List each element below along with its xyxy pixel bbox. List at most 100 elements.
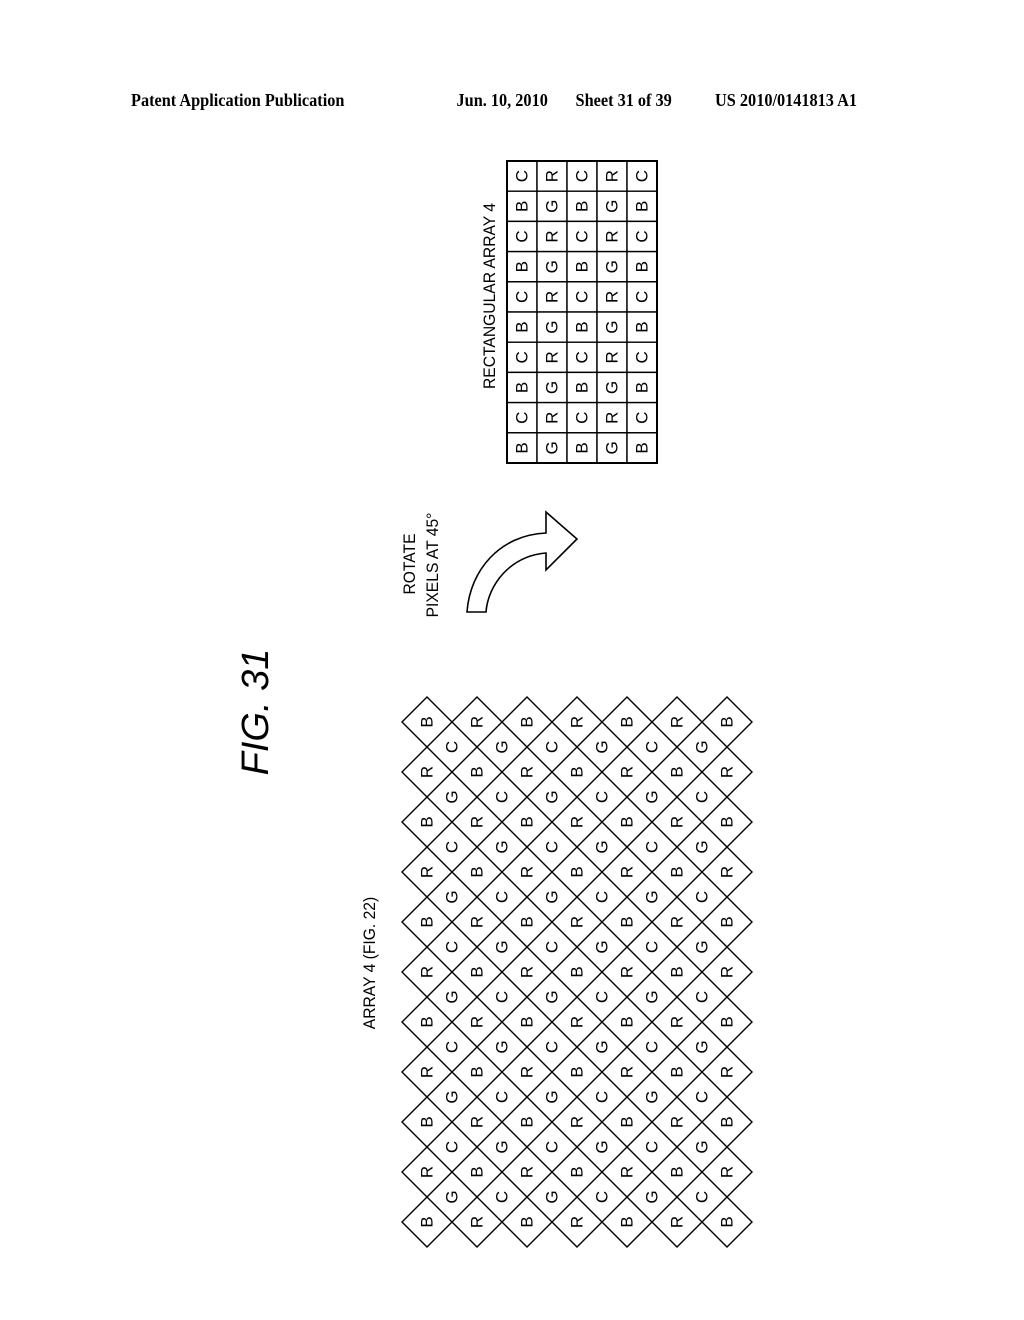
pixel-letter: B: [573, 261, 592, 272]
pixel-letter: B: [633, 201, 652, 212]
rect-cell: C: [506, 220, 538, 253]
pixel-letter: R: [418, 766, 437, 778]
pixel-diamond-inner: C: [443, 1141, 462, 1153]
pixel-letter: C: [633, 412, 652, 424]
pixel-letter: R: [603, 291, 622, 303]
pixel-diamond-inner: G: [593, 940, 612, 953]
pixel-letter: C: [543, 1141, 562, 1153]
pixel-diamond-inner: G: [443, 790, 462, 803]
pixel-letter: G: [593, 840, 612, 853]
pixel-letter: C: [633, 291, 652, 303]
pixel-letter: G: [493, 740, 512, 753]
pixel-letter: C: [573, 230, 592, 242]
pixel-diamond-inner: C: [443, 741, 462, 753]
pixel-letter: C: [693, 991, 712, 1003]
pixel-letter: R: [468, 916, 487, 928]
pixel-letter: B: [618, 1116, 637, 1127]
pixel-diamond: B: [701, 896, 753, 948]
pixel-letter: R: [543, 230, 562, 242]
pixel-diamond-inner: C: [493, 791, 512, 803]
pixel-diamond-inner: C: [643, 1041, 662, 1053]
pixel-letter: B: [668, 866, 687, 877]
pixel-letter: C: [573, 351, 592, 363]
pixel-letter: R: [518, 966, 537, 978]
pixel-letter: B: [518, 1016, 537, 1027]
rect-cell: C: [626, 401, 658, 434]
pixel-diamond-inner: C: [543, 1141, 562, 1153]
pixel-diamond-inner: G: [443, 990, 462, 1003]
rect-cell: G: [536, 190, 568, 223]
pixel-diamond-inner: G: [493, 940, 512, 953]
pixel-letter: B: [513, 382, 532, 393]
pixel-letter: B: [668, 1166, 687, 1177]
pixel-letter: B: [568, 766, 587, 777]
pixel-letter: B: [468, 866, 487, 877]
pixel-letter: B: [513, 321, 532, 332]
pixel-letter: B: [468, 1166, 487, 1177]
rect-cell: B: [626, 190, 658, 223]
pixel-diamond-inner: G: [493, 740, 512, 753]
pixel-letter: C: [513, 291, 532, 303]
pixel-diamond-inner: G: [693, 940, 712, 953]
pixel-diamond-inner: C: [693, 791, 712, 803]
pixel-diamond-inner: C: [493, 891, 512, 903]
pixel-letter: R: [718, 866, 737, 878]
pixel-letter: G: [693, 740, 712, 753]
rect-cell: R: [596, 220, 628, 253]
pixel-letter: C: [593, 891, 612, 903]
rect-cell: B: [506, 371, 538, 404]
pixel-diamond: B: [601, 696, 653, 748]
pixel-diamond-inner: G: [493, 840, 512, 853]
pixel-letter: C: [693, 1091, 712, 1103]
pixel-letter: B: [633, 321, 652, 332]
pixel-diamond-inner: C: [543, 741, 562, 753]
pixel-letter: C: [443, 1141, 462, 1153]
pixel-diamond-inner: G: [493, 1140, 512, 1153]
pixel-diamond-inner: C: [443, 1041, 462, 1053]
pixel-letter: B: [568, 1166, 587, 1177]
pixel-letter: B: [618, 816, 637, 827]
rect-cell: G: [596, 250, 628, 283]
pixel-letter: R: [718, 1166, 737, 1178]
pixel-letter: R: [718, 1066, 737, 1078]
pixel-diamond-inner: G: [593, 1140, 612, 1153]
pixel-letter: B: [618, 716, 637, 727]
pixel-letter: R: [603, 412, 622, 424]
pixel-letter: R: [618, 966, 637, 978]
pixel-letter: C: [693, 891, 712, 903]
rect-cell: B: [566, 311, 598, 343]
pixel-letter: G: [643, 790, 662, 803]
pixel-diamond-inner: C: [643, 941, 662, 953]
pixel-letter: B: [568, 1066, 587, 1077]
rect-cell: C: [566, 401, 598, 434]
pixel-letter: R: [618, 1166, 637, 1178]
pixel-letter: C: [443, 941, 462, 953]
pixel-letter: C: [443, 741, 462, 753]
pixel-letter: R: [518, 1066, 537, 1078]
rect-cell: R: [536, 341, 568, 374]
pixel-letter: G: [693, 940, 712, 953]
pixel-letter: G: [493, 940, 512, 953]
pixel-diamond: R: [451, 696, 503, 748]
pixel-letter: G: [443, 1190, 462, 1203]
pixel-letter: G: [443, 790, 462, 803]
rect-cell: G: [596, 311, 628, 343]
pixel-letter: R: [618, 766, 637, 778]
pixel-letter: C: [643, 1041, 662, 1053]
pixel-letter: R: [668, 1016, 687, 1028]
pixel-letter: R: [418, 966, 437, 978]
pixel-letter: G: [543, 320, 562, 333]
pixel-diamond-inner: G: [543, 1190, 562, 1203]
pixel-letter: R: [568, 1116, 587, 1128]
pixel-letter: B: [418, 1016, 437, 1027]
rect-cell: G: [536, 432, 568, 464]
rect-cell: R: [536, 281, 568, 313]
pixel-diamond-inner: C: [593, 991, 612, 1003]
pixel-diamond-inner: G: [643, 1090, 662, 1103]
pixel-letter: G: [693, 1140, 712, 1153]
pixel-letter: C: [633, 351, 652, 363]
pixel-letter: R: [568, 816, 587, 828]
rect-cell: B: [566, 190, 598, 223]
pixel-diamond-inner: G: [643, 790, 662, 803]
pixel-diamond-inner: G: [593, 740, 612, 753]
